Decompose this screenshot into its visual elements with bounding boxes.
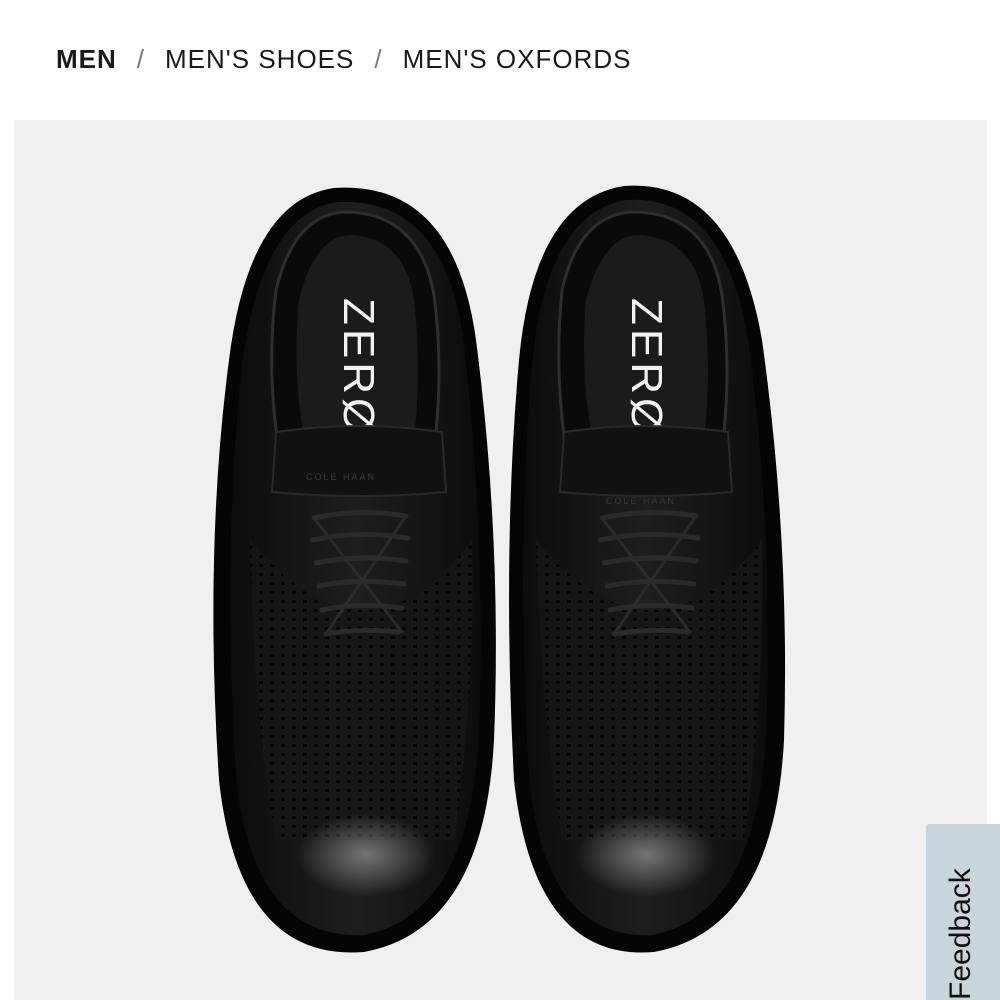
tongue-logo-right: COLE HAAN xyxy=(606,496,676,506)
tongue-logo-left: COLE HAAN xyxy=(306,472,376,482)
breadcrumb-mens-shoes[interactable]: MEN'S SHOES xyxy=(165,44,354,75)
product-photo-shoes: ZERØ COLE HAAN ZERØ COLE HAAN xyxy=(213,185,786,953)
left-shoe: ZERØ COLE HAAN xyxy=(213,187,496,953)
breadcrumb-separator: / xyxy=(374,44,383,74)
right-shoe: ZERØ COLE HAAN xyxy=(509,185,786,953)
product-image[interactable]: ZERØ COLE HAAN ZERØ COLE HAAN xyxy=(14,120,987,1000)
breadcrumb: MEN / MEN'S SHOES / MEN'S OXFORDS xyxy=(56,44,631,75)
insole-logo-left: ZERØ xyxy=(334,298,383,436)
feedback-label: Feedback xyxy=(944,868,977,1000)
breadcrumb-mens-oxfords[interactable]: MEN'S OXFORDS xyxy=(403,44,632,75)
feedback-button[interactable]: Feedback xyxy=(926,824,1000,1000)
breadcrumb-men[interactable]: MEN xyxy=(56,44,117,75)
insole-logo-right: ZERØ xyxy=(622,298,671,436)
breadcrumb-separator: / xyxy=(136,44,146,74)
